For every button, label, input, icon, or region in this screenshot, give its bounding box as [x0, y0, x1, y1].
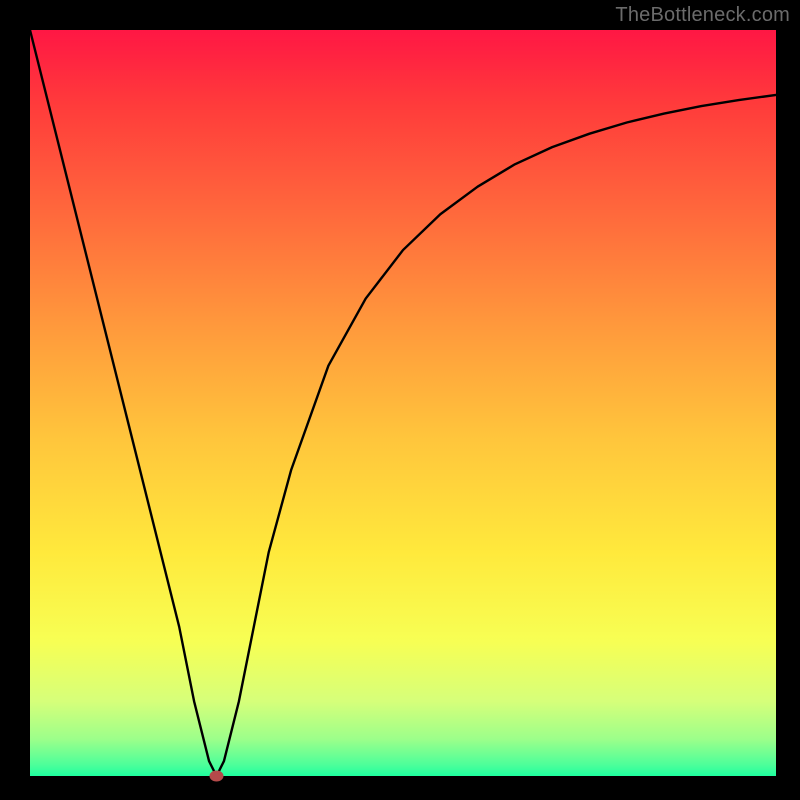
plot-background [30, 30, 776, 776]
bottleneck-chart [0, 0, 800, 800]
chart-stage: TheBottleneck.com [0, 0, 800, 800]
minimum-marker [210, 771, 224, 782]
